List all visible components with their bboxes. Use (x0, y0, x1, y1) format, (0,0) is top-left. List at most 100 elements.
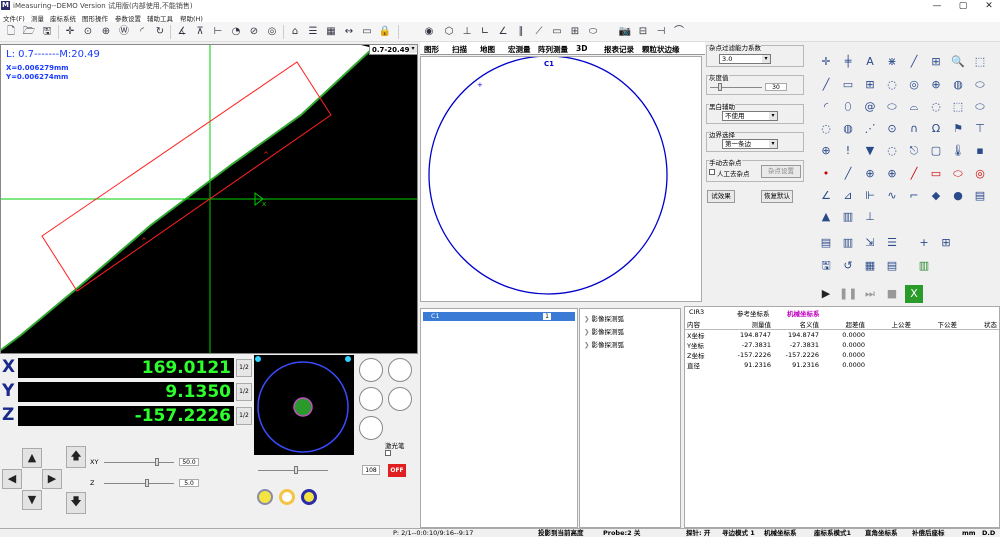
feature-detail-list[interactable]: ❯ 影像探测弧 ❯ 影像探测弧 ❯ 影像探测弧 (579, 308, 681, 528)
stamp-icon[interactable]: ▼ (861, 142, 879, 160)
circle-plus-2-icon[interactable]: ⊕ (883, 165, 901, 183)
close-button[interactable]: ✕ (982, 0, 996, 12)
move-down-icon[interactable]: ▼ (22, 490, 42, 510)
gray-value[interactable]: 30 (765, 83, 787, 91)
grid-icon[interactable]: ▦ (324, 25, 338, 39)
detail-item[interactable]: ❯ 影像探测弧 (584, 339, 624, 349)
three-point-icon[interactable]: ⋰ (861, 120, 879, 138)
expand-icon[interactable]: ⬚ (971, 53, 989, 71)
zoom-icon[interactable]: 🔍 (949, 53, 967, 71)
cad-icon[interactable]: ▭ (360, 25, 374, 39)
profile-icon[interactable]: ∿ (883, 187, 901, 205)
omega-icon[interactable]: Ω (927, 120, 945, 138)
esc-icon[interactable]: ⎋ (905, 142, 923, 160)
rect-tool-icon[interactable]: ▭ (839, 76, 857, 94)
dashed-circle-2-icon[interactable]: ◌ (883, 142, 901, 160)
exclaim-line-icon[interactable]: ! (839, 142, 857, 160)
camera-icon[interactable]: 📷 (618, 25, 632, 39)
open-file-icon[interactable]: 🗁 (22, 25, 36, 39)
z-speed-slider[interactable] (104, 483, 174, 484)
tab-report[interactable]: 报表记录 (604, 44, 634, 55)
step-icon[interactable]: ⌐ (905, 187, 923, 205)
camera-view[interactable]: ^ ^ x L: 0.7-------M:20.49 X=0.006279mm … (0, 44, 418, 354)
cone-icon[interactable]: ⌓ (905, 98, 923, 116)
auto-ring-icon[interactable]: ◍ (839, 120, 857, 138)
tab-3d[interactable]: 3D (576, 44, 587, 53)
bw-select[interactable]: 不使用 ▾ (722, 111, 778, 121)
excel-icon[interactable]: X (905, 285, 923, 303)
pause-icon[interactable]: ❚❚ (839, 285, 857, 303)
export-icon[interactable]: ⇲ (861, 234, 879, 252)
target-circle-icon[interactable]: ◎ (905, 76, 923, 94)
light-preset-1-icon[interactable] (257, 489, 273, 505)
red-rect-icon[interactable]: ▭ (927, 165, 945, 183)
width-icon[interactable]: ↔ (342, 25, 356, 39)
angle-meas-icon[interactable]: ∠ (817, 187, 835, 205)
tab-scan[interactable]: 扫描 (452, 44, 467, 55)
angle-line-icon[interactable]: ∠ (496, 25, 510, 39)
ellipse-fit-icon[interactable]: ⬭ (883, 98, 901, 116)
t-bar-icon[interactable]: ⊤ (971, 120, 989, 138)
span-tool-icon[interactable]: ⊢ (211, 25, 225, 39)
lock-icon[interactable]: 🔒 (378, 25, 392, 39)
maximize-button[interactable]: ▢ (956, 0, 970, 12)
filter-select[interactable]: 3.0 ▾ (719, 54, 771, 64)
rotate-icon[interactable]: ↻ (153, 25, 167, 39)
dashed-arc-icon[interactable]: ◌ (927, 98, 945, 116)
tab-map[interactable]: 地图 (480, 44, 495, 55)
flag-icon[interactable]: ⚑ (949, 120, 967, 138)
circle-dot-icon[interactable]: ⊙ (883, 120, 901, 138)
move-right-icon[interactable]: ▶ (42, 469, 62, 489)
laser-checkbox[interactable] (385, 450, 391, 456)
dashed-ring-icon[interactable]: ◌ (817, 120, 835, 138)
spiral-icon[interactable]: @ (861, 98, 879, 116)
test-effect-button[interactable]: 试效果 (707, 190, 735, 203)
restore-default-button[interactable]: 恢复默认 (761, 190, 793, 203)
new-file-icon[interactable]: 🗋 (4, 25, 18, 39)
segment-light-icon[interactable] (388, 387, 412, 411)
dot-icon[interactable]: • (817, 165, 835, 183)
z-half-button[interactable]: 1/2 (236, 407, 252, 425)
double-ring-light-icon[interactable] (388, 358, 412, 382)
zoom-select[interactable]: 0.7-20.49 ▾ (369, 44, 418, 55)
circle-cross-icon[interactable]: ⊕ (817, 142, 835, 160)
cylinder-icon[interactable]: ▥ (839, 208, 857, 226)
donut-icon[interactable]: ◍ (949, 76, 967, 94)
corner-tool-icon[interactable]: ∟ (478, 25, 492, 39)
bracket-tool-icon[interactable]: ⊼ (193, 25, 207, 39)
list-icon[interactable]: ☰ (883, 234, 901, 252)
graph-canvas[interactable]: + C1 (420, 56, 702, 302)
circle-point-icon[interactable]: ⊕ (861, 165, 879, 183)
minimize-button[interactable]: — (930, 0, 944, 12)
distance-icon[interactable]: ⊿ (839, 187, 857, 205)
z-down-icon[interactable]: 🡇 (66, 492, 86, 514)
quad-icon[interactable]: ⊞ (568, 25, 582, 39)
angle-tool-icon[interactable]: ∡ (175, 25, 189, 39)
z-up-icon[interactable]: 🡅 (66, 446, 86, 468)
manual-checkbox[interactable] (709, 169, 715, 175)
layers-icon[interactable]: ▤ (971, 187, 989, 205)
table-row[interactable]: Y坐标 -27.3831 -27.3831 0.0000 (685, 340, 999, 350)
probe-icon[interactable]: ⊥ (861, 208, 879, 226)
w-tool-icon[interactable]: Ⓦ (117, 25, 131, 39)
tab-array[interactable]: 阵列测量 (538, 44, 568, 55)
ring-light-icon[interactable] (359, 358, 383, 382)
no-entry-icon[interactable]: ⊘ (247, 25, 261, 39)
stats-icon[interactable]: ▥ (839, 234, 857, 252)
disk-icon[interactable]: 🖫 (817, 257, 835, 275)
target-icon[interactable]: ⊕ (99, 25, 113, 39)
feature-row-selected[interactable]: C1 1 (423, 312, 575, 321)
light-level-slider[interactable] (258, 470, 328, 471)
radius-tool-icon[interactable]: ◔ (229, 25, 243, 39)
rectangle-icon[interactable]: ▭ (550, 25, 564, 39)
ellipse-icon[interactable]: ⬭ (586, 25, 600, 39)
tab-macro[interactable]: 宏测量 (508, 44, 531, 55)
marker-icon[interactable]: ▪ (971, 142, 989, 160)
box-icon[interactable]: ▢ (927, 142, 945, 160)
line-cross-icon[interactable]: ╪ (839, 53, 857, 71)
red-slot-icon[interactable]: ⬭ (949, 165, 967, 183)
move-left-icon[interactable]: ◀ (2, 469, 22, 489)
measure-icon[interactable]: ⊣ (654, 25, 668, 39)
circle-plus-icon[interactable]: ⊕ (927, 76, 945, 94)
intersect-icon[interactable]: ⋇ (883, 53, 901, 71)
